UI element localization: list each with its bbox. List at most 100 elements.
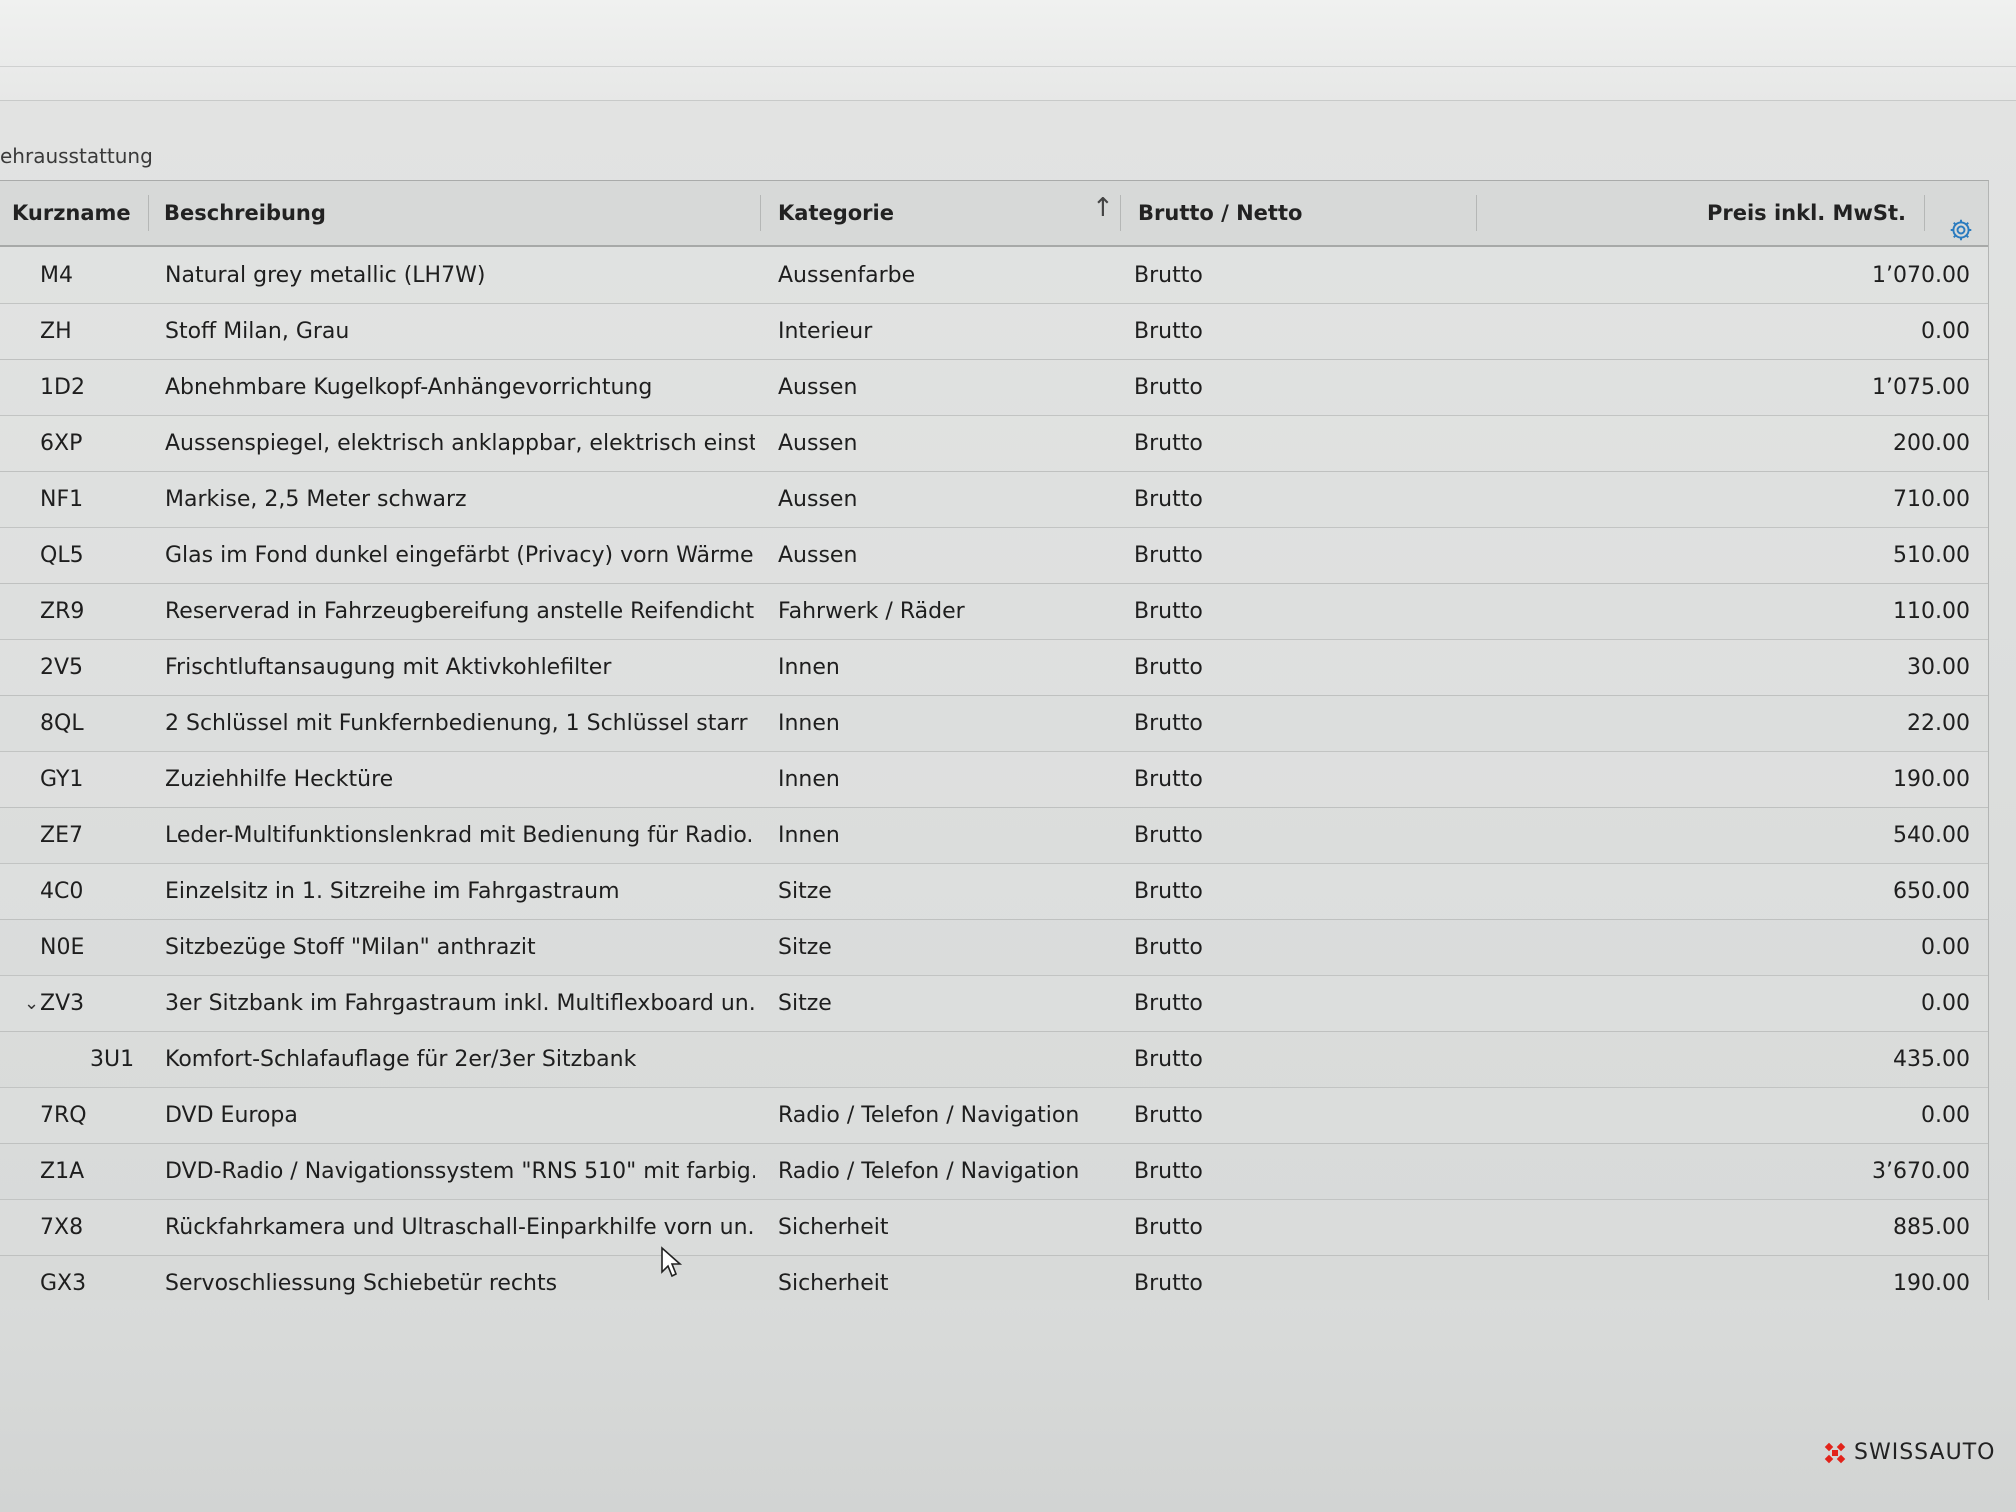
column-separator[interactable] [1476,195,1477,231]
cell-description: Glas im Fond dunkel eingefärbt (Privacy)… [165,542,755,568]
cell-code: ZR9 [40,598,85,624]
cell-description: DVD-Radio / Navigationssystem "RNS 510" … [165,1158,755,1184]
section-title: ehrausstattung [0,144,153,168]
cell-price: 540.00 [1893,822,1970,848]
cell-code: 1D2 [40,374,85,400]
screen: ehrausstattung Kurzname Beschreibung Kat… [0,0,2016,1512]
cell-code: 7X8 [40,1214,84,1240]
table-row[interactable]: M4 Natural grey metallic (LH7W) Aussenfarb… [0,247,1988,304]
cell-description: Stoff Milan, Grau [165,318,350,344]
cell-code: ZH [40,318,72,344]
table-row[interactable]: ⌄ ZV3 3er Sitzbank im Fahrgastraum inkl. M… [0,975,1988,1032]
cell-description: Leder-Multifunktionslenkrad mit Bedienun… [165,822,755,848]
cell-description: Sitzbezüge Stoff "Milan" anthrazit [165,934,536,960]
table-row[interactable]: 1D2 Abnehmbare Kugelkopf-Anhängevorrichtu… [0,359,1988,416]
cell-category: Aussen [778,430,858,456]
cell-gross-net: Brutto [1134,766,1203,792]
cell-description: Zuziehhilfe Hecktüre [165,766,394,792]
cell-category: Aussen [778,374,858,400]
cell-gross-net: Brutto [1134,430,1203,456]
column-separator[interactable] [1120,195,1121,231]
cell-gross-net: Brutto [1134,262,1203,288]
column-header-category[interactable]: Kategorie [778,181,894,245]
mouse-cursor-icon [661,1246,683,1278]
cell-category: Sitze [778,878,832,904]
column-separator[interactable] [148,195,149,231]
table-row[interactable]: ZR9 Reserverad in Fahrzeugbereifung anste… [0,583,1988,640]
swissauto-logo-mark-icon [1824,1442,1846,1463]
cell-description: Einzelsitz in 1. Sitzreihe im Fahrgastra… [165,878,620,904]
table-row[interactable]: N0E Sitzbezüge Stoff "Milan" anthrazit Sit… [0,919,1988,976]
column-header-gross-net[interactable]: Brutto / Netto [1138,181,1302,245]
cell-category: Aussen [778,542,858,568]
table-row[interactable]: NF1 Markise, 2,5 Meter schwarz Aussen Brutt… [0,471,1988,528]
cell-gross-net: Brutto [1134,1102,1203,1128]
column-header-code[interactable]: Kurzname [12,181,131,245]
divider [0,66,2016,67]
cell-price: 0.00 [1921,934,1970,960]
table-row[interactable]: GY1 Zuziehhilfe Hecktüre Innen Brutto 190.00 [0,751,1988,808]
cell-description: Natural grey metallic (LH7W) [165,262,486,288]
cell-category: Aussenfarbe [778,262,916,288]
cell-price: 110.00 [1893,598,1970,624]
table-row[interactable]: ZH Stoff Milan, Grau Interieur Brutto 0.00 [0,303,1988,360]
cell-category: Interieur [778,318,873,344]
logo-text: SWISSAUTO [1854,1440,1996,1465]
cell-gross-net: Brutto [1134,542,1203,568]
cell-price: 190.00 [1893,766,1970,792]
cell-price: 650.00 [1893,878,1970,904]
cell-category: Innen [778,654,840,680]
table-row[interactable]: 2V5 Frischtluftansaugung mit Aktivkohlefi… [0,639,1988,696]
cell-description: Abnehmbare Kugelkopf-Anhängevorrichtung [165,374,653,400]
cell-category: Radio / Telefon / Navigation [778,1158,1080,1184]
cell-code: ZE7 [40,822,83,848]
cell-price: 885.00 [1893,1214,1970,1240]
table-row[interactable]: 6XP Aussenspiegel, elektrisch anklappbar,… [0,415,1988,472]
cell-description: Komfort-Schlafauflage für 2er/3er Sitzba… [165,1046,637,1072]
cell-code: QL5 [40,542,84,568]
cell-code: 6XP [40,430,83,456]
cell-description: Frischtluftansaugung mit Aktivkohlefilte… [165,654,612,680]
table-row[interactable]: 7RQ DVD Europa Radio / Telefon / Navigatio… [0,1087,1988,1144]
cell-category: Innen [778,766,840,792]
table-row[interactable]: QL5 Glas im Fond dunkel eingefärbt (Priva… [0,527,1988,584]
cell-gross-net: Brutto [1134,318,1203,344]
column-separator[interactable] [760,195,761,231]
cell-price: 435.00 [1893,1046,1970,1072]
chevron-down-icon[interactable]: ⌄ [24,975,39,1031]
cell-gross-net: Brutto [1134,1046,1203,1072]
cell-category: Sitze [778,990,832,1016]
cell-code: M4 [40,262,73,288]
grid-header: Kurzname Beschreibung Kategorie ↑ Brutto… [0,181,1988,247]
table-row[interactable]: 3U1 Komfort-Schlafauflage für 2er/3er Sit… [0,1031,1988,1088]
cell-price: 0.00 [1921,990,1970,1016]
column-header-description[interactable]: Beschreibung [164,181,326,245]
equipment-grid: Kurzname Beschreibung Kategorie ↑ Brutto… [0,180,1989,1312]
table-row[interactable]: ZE7 Leder-Multifunktionslenkrad mit Bedie… [0,807,1988,864]
column-header-price[interactable]: Preis inkl. MwSt. [1600,181,1906,245]
cell-category: Fahrwerk / Räder [778,598,965,624]
cell-code: N0E [40,934,85,960]
table-row[interactable]: 4C0 Einzelsitz in 1. Sitzreihe im Fahrgas… [0,863,1988,920]
cell-description: Reserverad in Fahrzeugbereifung anstelle… [165,598,755,624]
cell-price: 0.00 [1921,1102,1970,1128]
cell-gross-net: Brutto [1134,486,1203,512]
sort-ascending-icon[interactable]: ↑ [1092,193,1114,223]
cell-gross-net: Brutto [1134,934,1203,960]
cell-category: Sicherheit [778,1214,889,1240]
table-row[interactable]: 7X8 Rückfahrkamera und Ultraschall-Einpar… [0,1199,1988,1256]
cell-code: ZV3 [40,990,85,1016]
gear-icon[interactable] [1946,215,1976,245]
cell-price: 30.00 [1907,654,1970,680]
cell-code: 4C0 [40,878,84,904]
cell-category: Aussen [778,486,858,512]
cell-price: 510.00 [1893,542,1970,568]
cell-price: 200.00 [1893,430,1970,456]
cell-code: Z1A [40,1158,85,1184]
cell-description: 2 Schlüssel mit Funkfernbedienung, 1 Sch… [165,710,748,736]
column-separator[interactable] [1924,195,1925,231]
table-row[interactable]: Z1A DVD-Radio / Navigationssystem "RNS 51… [0,1143,1988,1200]
cell-code: NF1 [40,486,84,512]
table-row[interactable]: 8QL 2 Schlüssel mit Funkfernbedienung, 1 … [0,695,1988,752]
grid-empty-area [0,1300,2016,1512]
